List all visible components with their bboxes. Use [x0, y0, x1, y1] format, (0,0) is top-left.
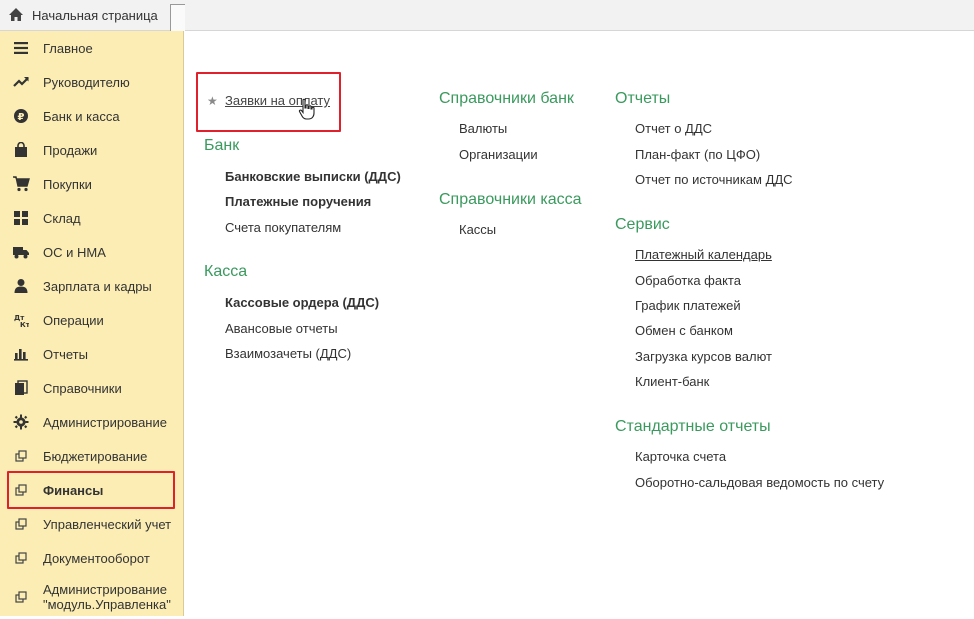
home-icon [8, 7, 24, 23]
section-title-reports: Отчеты [615, 90, 671, 107]
sidebar-item-label: Склад [43, 210, 81, 226]
svg-text:₽: ₽ [18, 112, 25, 123]
external-link-icon [12, 549, 30, 567]
link-turnover-balance[interactable]: Оборотно-сальдовая ведомость по счету [635, 475, 884, 490]
trend-icon [12, 73, 30, 91]
truck-icon [12, 243, 30, 261]
link-plan-fact[interactable]: План-факт (по ЦФО) [635, 147, 760, 162]
sidebar: Главное Руководителю ₽ Банк и касса Прод… [0, 31, 184, 616]
svg-text:Кт: Кт [20, 321, 29, 328]
hand-cursor-icon [298, 98, 316, 125]
grid-icon [12, 209, 30, 227]
sidebar-item-label: Зарплата и кадры [43, 278, 152, 294]
sidebar-item-sales[interactable]: Продажи [0, 133, 183, 167]
link-load-rates[interactable]: Загрузка курсов валют [635, 349, 772, 364]
menu-lines-icon [12, 39, 30, 57]
sidebar-item-label: Управленческий учет [43, 516, 172, 532]
link-account-card[interactable]: Карточка счета [635, 449, 726, 464]
sidebar-item-bank-cash[interactable]: ₽ Банк и касса [0, 99, 183, 133]
sidebar-item-operations[interactable]: Дт Кт Операции [0, 303, 183, 337]
sidebar-item-label: Администрирование "модуль.Управленка" [43, 582, 171, 612]
sidebar-item-label: Администрирование [43, 414, 167, 430]
sidebar-item-label: ОС и НМА [43, 244, 106, 260]
sidebar-item-admin-module[interactable]: Администрирование "модуль.Управленка" [0, 575, 183, 619]
sidebar-item-purchases[interactable]: Покупки [0, 167, 183, 201]
link-cash-orders[interactable]: Кассовые ордера (ДДС) [225, 295, 379, 310]
next-tab[interactable] [170, 4, 185, 31]
section-title-std-reports: Стандартные отчеты [615, 418, 771, 435]
cart-icon [12, 175, 30, 193]
sidebar-item-document-flow[interactable]: Документооборот [0, 541, 183, 575]
gear-icon [12, 413, 30, 431]
section-title-ref-kassa: Справочники касса [439, 191, 582, 208]
link-bank-statements[interactable]: Банковские выписки (ДДС) [225, 169, 401, 184]
sidebar-item-label: Операции [43, 312, 104, 328]
link-advance-reports[interactable]: Авансовые отчеты [225, 321, 338, 336]
sidebar-item-hr[interactable]: Зарплата и кадры [0, 269, 183, 303]
person-icon [12, 277, 30, 295]
link-bank-exchange[interactable]: Обмен с банком [635, 323, 733, 338]
sidebar-item-label: Главное [43, 40, 93, 56]
external-link-icon [12, 515, 30, 533]
section-title-service: Сервис [615, 216, 670, 233]
highlight-favorite [196, 72, 341, 132]
sidebar-item-label: Руководителю [43, 74, 130, 90]
shopping-bag-icon [12, 141, 30, 159]
highlight-finance [7, 471, 175, 509]
books-icon [12, 379, 30, 397]
link-payment-schedule[interactable]: График платежей [635, 298, 741, 313]
sidebar-item-administration[interactable]: Администрирование [0, 405, 183, 439]
section-title-bank: Банк [204, 137, 240, 154]
link-organizations[interactable]: Организации [459, 147, 538, 162]
ruble-coin-icon: ₽ [12, 107, 30, 125]
section-title-kassa: Касса [204, 263, 248, 280]
link-offsets[interactable]: Взаимозачеты (ДДС) [225, 346, 351, 361]
home-tab[interactable]: Начальная страница [0, 0, 168, 30]
sidebar-item-manager[interactable]: Руководителю [0, 65, 183, 99]
sidebar-item-label: Отчеты [43, 346, 88, 362]
sidebar-item-directories[interactable]: Справочники [0, 371, 183, 405]
link-fact-processing[interactable]: Обработка факта [635, 273, 741, 288]
sidebar-item-management-accounting[interactable]: Управленческий учет [0, 507, 183, 541]
link-dds-sources-report[interactable]: Отчет по источникам ДДС [635, 172, 793, 187]
sidebar-item-fixed-assets[interactable]: ОС и НМА [0, 235, 183, 269]
sidebar-item-main[interactable]: Главное [0, 31, 183, 65]
sidebar-item-label: Документооборот [43, 550, 150, 566]
dt-kt-icon: Дт Кт [12, 311, 30, 329]
sidebar-item-label: Банк и касса [43, 108, 120, 124]
sidebar-item-budgeting[interactable]: Бюджетирование [0, 439, 183, 473]
sidebar-item-label: Продажи [43, 142, 98, 158]
sidebar-item-label: Бюджетирование [43, 448, 148, 464]
section-title-ref-bank: Справочники банк [439, 90, 574, 107]
bar-chart-icon [12, 345, 30, 363]
link-cash-desks[interactable]: Кассы [459, 222, 496, 237]
external-link-icon [12, 447, 30, 465]
external-link-icon [12, 588, 30, 606]
top-bar: Начальная страница [0, 0, 974, 31]
link-payment-calendar[interactable]: Платежный календарь [635, 247, 772, 262]
link-client-bank[interactable]: Клиент-банк [635, 374, 709, 389]
link-currencies[interactable]: Валюты [459, 121, 507, 136]
link-customer-invoices[interactable]: Счета покупателям [225, 220, 341, 235]
sidebar-item-label: Покупки [43, 176, 92, 192]
link-dds-report[interactable]: Отчет о ДДС [635, 121, 712, 136]
sidebar-item-reports[interactable]: Отчеты [0, 337, 183, 371]
sidebar-item-label: Справочники [43, 380, 122, 396]
link-payment-orders[interactable]: Платежные поручения [225, 194, 371, 209]
sidebar-item-warehouse[interactable]: Склад [0, 201, 183, 235]
home-tab-label: Начальная страница [32, 7, 158, 23]
